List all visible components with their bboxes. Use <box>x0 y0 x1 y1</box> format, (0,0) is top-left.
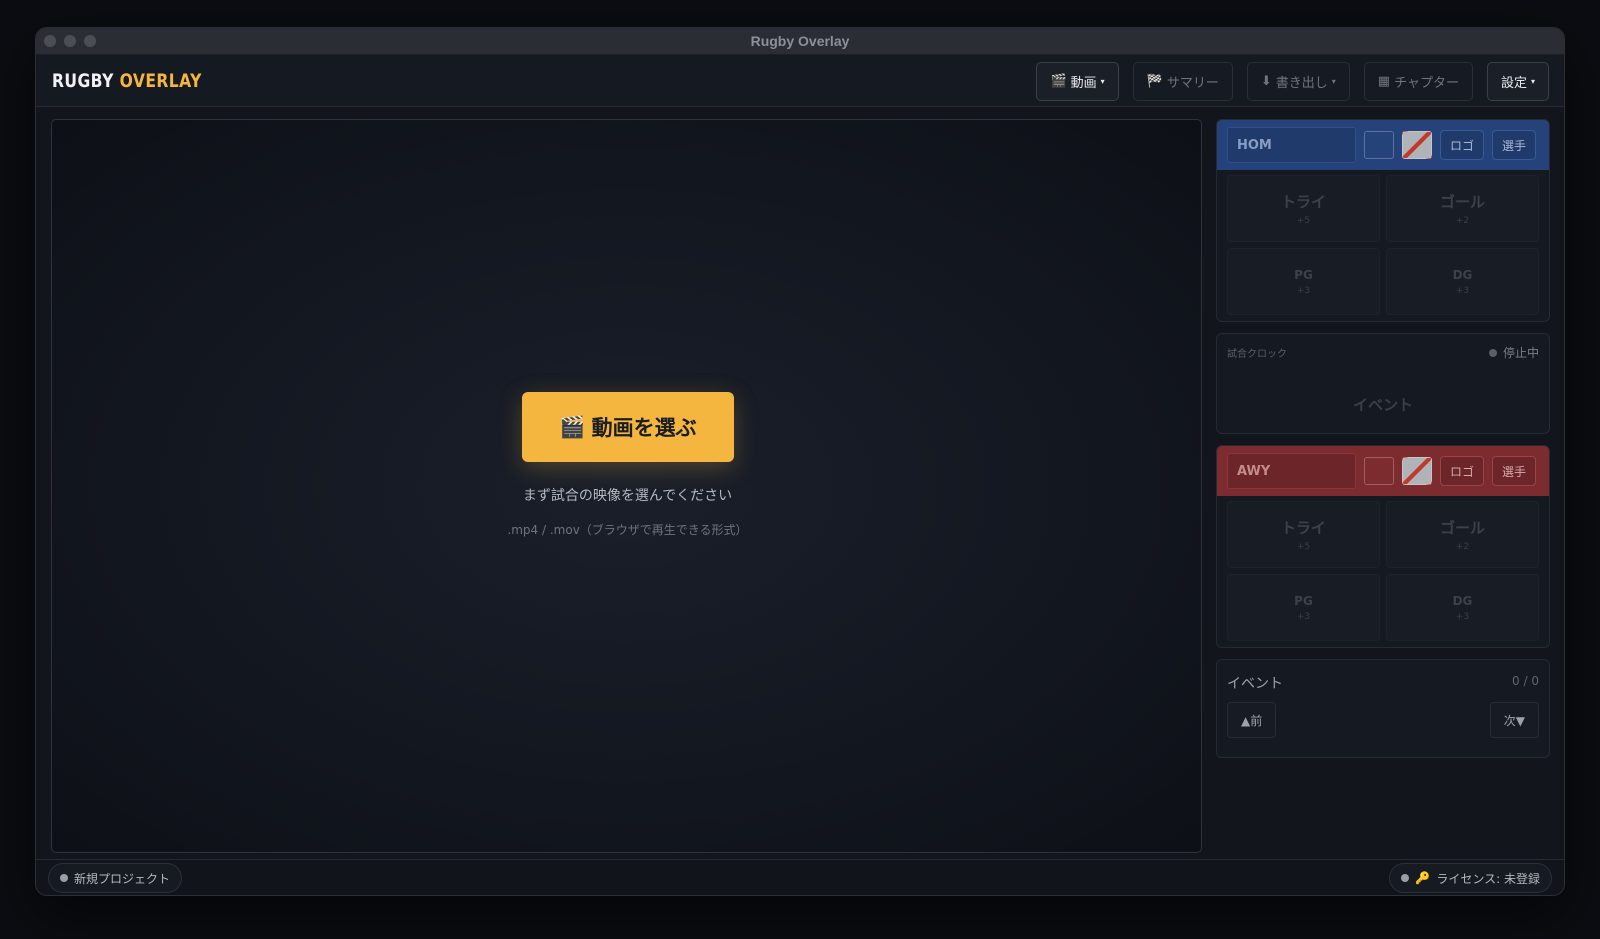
download-icon: ⬇ <box>1260 74 1272 89</box>
home-dg-button[interactable]: DG +3 <box>1386 248 1539 315</box>
chapter-button[interactable]: ▦ チャプター <box>1363 62 1473 101</box>
score-button-points: +3 <box>1296 285 1311 296</box>
video-drop-area[interactable]: 🎬 動画を選ぶ まず試合の映像を選んでください .mp4 / .mov（ブラウザ… <box>51 119 1202 853</box>
status-dot-icon <box>1401 874 1410 882</box>
license-status-text: ライセンス: 未登録 <box>1436 871 1540 886</box>
match-clock-panel: 試合クロック 停止中 イベント <box>1216 333 1550 434</box>
away-pg-button[interactable]: PG +3 <box>1227 574 1380 641</box>
license-status-pill[interactable]: 🔑 ライセンス: 未登録 <box>1389 863 1552 893</box>
away-team-color-swatch[interactable] <box>1364 457 1394 485</box>
chapter-icon: ▦ <box>1377 74 1391 89</box>
clock-status-text: 停止中 <box>1502 346 1539 360</box>
score-button-label: トライ <box>1280 193 1326 211</box>
pick-video-label: 動画を選ぶ <box>591 416 697 440</box>
score-button-points: +5 <box>1296 542 1311 552</box>
score-button-points: +2 <box>1455 216 1470 226</box>
project-status-pill[interactable]: 新規プロジェクト <box>48 863 183 893</box>
score-button-points: +5 <box>1296 216 1311 226</box>
settings-label: 設定 <box>1500 76 1527 91</box>
away-try-button[interactable]: トライ +5 <box>1227 501 1380 568</box>
checkered-flag-icon: 🏁 <box>1146 74 1163 89</box>
away-dg-button[interactable]: DG +3 <box>1386 574 1539 641</box>
away-team-panel: AWY ロゴ 選手 トライ +5 ゴール +2 PG +3 DG +3 <box>1216 445 1550 648</box>
score-button-label: PG <box>1294 267 1313 282</box>
app-header: RUGBY OVERLAY 🎬 動画 ▾ 🏁 サマリー ⬇ 書き出し ▾ ▦ チ… <box>36 55 1564 107</box>
score-button-label: ゴール <box>1439 519 1485 537</box>
away-team-logo-button[interactable]: ロゴ <box>1440 456 1485 486</box>
next-event-button[interactable]: 次▼ <box>1489 702 1539 738</box>
export-menu-button[interactable]: ⬇ 書き出し ▾ <box>1246 62 1350 101</box>
score-button-label: DG <box>1452 593 1473 608</box>
video-menu-button[interactable]: 🎬 動画 ▾ <box>1036 62 1119 101</box>
home-team-header: HOM ロゴ 選手 <box>1217 120 1549 170</box>
clapperboard-icon: 🎬 <box>559 414 586 439</box>
score-button-points: +3 <box>1455 285 1470 296</box>
project-name: 新規プロジェクト <box>74 871 171 886</box>
away-team-secondary-color-swatch[interactable] <box>1402 457 1432 485</box>
pick-video-button[interactable]: 🎬 動画を選ぶ <box>522 392 734 462</box>
clock-event-button[interactable]: イベント <box>1217 394 1549 415</box>
event-navigator-panel: イベント 0 / 0 ▲前 次▼ <box>1216 659 1550 758</box>
status-bar: 新規プロジェクト 🔑 ライセンス: 未登録 <box>36 859 1564 895</box>
events-label: イベント <box>1227 676 1283 692</box>
video-menu-label: 動画 <box>1070 76 1097 91</box>
sidebar: HOM ロゴ 選手 トライ +5 ゴール +2 PG +3 DG +3 試合クロ… <box>1216 119 1550 758</box>
clock-status: 停止中 <box>1488 344 1539 361</box>
away-team-name-input[interactable]: AWY <box>1227 453 1356 489</box>
events-count: 0 / 0 <box>1512 674 1539 688</box>
home-team-panel: HOM ロゴ 選手 トライ +5 ゴール +2 PG +3 DG +3 <box>1216 119 1550 322</box>
away-score-buttons: トライ +5 ゴール +2 PG +3 DG +3 <box>1217 496 1549 647</box>
window-title: Rugby Overlay <box>750 33 850 49</box>
clapperboard-icon: 🎬 <box>1050 74 1067 89</box>
caret-down-icon: ▾ <box>1331 77 1336 86</box>
home-pg-button[interactable]: PG +3 <box>1227 248 1380 315</box>
key-icon: 🔑 <box>1415 871 1431 885</box>
logo-text-primary: RUGBY <box>52 70 114 92</box>
status-dot-icon <box>60 874 68 882</box>
logo-text-accent: OVERLAY <box>119 70 202 92</box>
caret-down-icon: ▾ <box>1100 77 1105 86</box>
video-formats-hint: .mp4 / .mov（ブラウザで再生できる形式） <box>507 523 748 537</box>
app-window: Rugby Overlay RUGBY OVERLAY 🎬 動画 ▾ 🏁 サマリ… <box>35 27 1565 896</box>
away-team-players-button[interactable]: 選手 <box>1492 456 1537 486</box>
score-button-label: トライ <box>1280 519 1326 537</box>
caret-down-icon: ▾ <box>1530 77 1535 86</box>
home-team-secondary-color-swatch[interactable] <box>1402 131 1432 159</box>
away-goal-button[interactable]: ゴール +2 <box>1386 501 1539 568</box>
home-goal-button[interactable]: ゴール +2 <box>1386 175 1539 242</box>
score-button-points: +3 <box>1455 611 1470 622</box>
match-clock-label: 試合クロック <box>1227 349 1287 360</box>
video-hint: まず試合の映像を選んでください <box>522 488 733 504</box>
status-dot-icon <box>1488 348 1497 357</box>
app-logo: RUGBY OVERLAY <box>52 70 202 92</box>
score-button-points: +2 <box>1455 542 1470 552</box>
summary-button[interactable]: 🏁 サマリー <box>1132 62 1233 101</box>
home-team-color-swatch[interactable] <box>1364 131 1394 159</box>
home-try-button[interactable]: トライ +5 <box>1227 175 1380 242</box>
home-team-logo-button[interactable]: ロゴ <box>1440 130 1485 160</box>
home-team-name-input[interactable]: HOM <box>1227 127 1356 163</box>
chapter-label: チャプター <box>1394 76 1459 91</box>
away-team-header: AWY ロゴ 選手 <box>1217 446 1549 496</box>
score-button-label: ゴール <box>1439 193 1485 211</box>
toolbar: 🎬 動画 ▾ 🏁 サマリー ⬇ 書き出し ▾ ▦ チャプター 設定 ▾ <box>1036 62 1549 101</box>
settings-menu-button[interactable]: 設定 ▾ <box>1486 62 1549 101</box>
previous-event-button[interactable]: ▲前 <box>1227 702 1277 738</box>
score-button-points: +3 <box>1296 611 1311 622</box>
summary-label: サマリー <box>1166 76 1219 91</box>
score-button-label: DG <box>1452 267 1473 282</box>
title-bar: Rugby Overlay <box>36 28 1564 55</box>
score-button-label: PG <box>1294 593 1313 608</box>
home-score-buttons: トライ +5 ゴール +2 PG +3 DG +3 <box>1217 170 1549 321</box>
export-label: 書き出し <box>1275 76 1328 91</box>
home-team-players-button[interactable]: 選手 <box>1492 130 1537 160</box>
